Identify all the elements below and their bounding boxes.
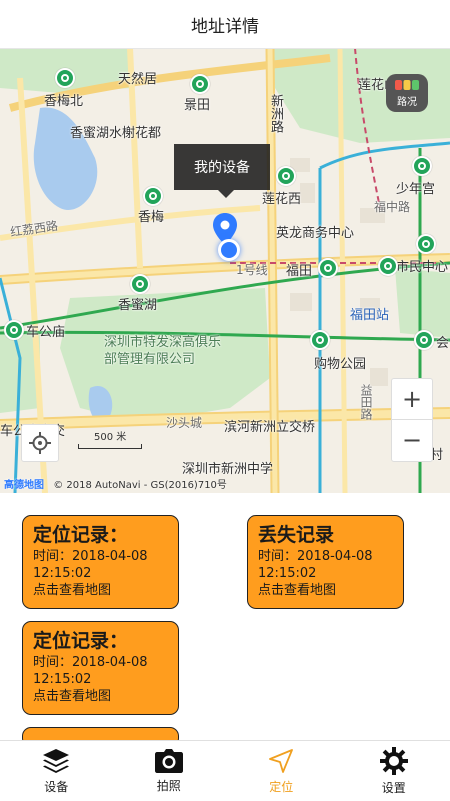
metro-station-icon <box>414 330 434 350</box>
bottom-nav: 设备 拍照 定位 设置 <box>0 740 450 801</box>
map-scale: 500 米 <box>78 428 142 449</box>
nav-label: 设置 <box>382 779 406 796</box>
map-label: 香蜜湖 <box>118 294 157 313</box>
map-label: 福田 <box>286 260 312 279</box>
device-popup[interactable]: 我的设备 <box>174 144 270 190</box>
record-card[interactable]: 定位记录： 时间：2018-04-08 12:15:02 点击查看地图 <box>22 515 179 609</box>
record-title: 定位记录： <box>33 522 168 548</box>
nav-item-settings[interactable]: 设置 <box>338 741 450 801</box>
zoom-out-button[interactable]: − <box>392 420 432 460</box>
map-label: 会 <box>436 332 449 351</box>
metro-station-icon <box>276 166 296 186</box>
map-label: 1号线 <box>236 261 268 278</box>
map-provider-logo: 高德地图 <box>4 480 44 491</box>
copyright-text: © 2018 AutoNavi - GS(2016)710号 <box>53 480 227 491</box>
record-card-partial[interactable] <box>22 727 179 740</box>
map-label: 深圳市特发深高俱乐部管理有限公司 <box>104 334 224 368</box>
current-location-dot <box>218 239 240 261</box>
record-list: 定位记录： 时间：2018-04-08 12:15:02 点击查看地图 丢失记录… <box>0 493 450 740</box>
map-label: 香梅北 <box>44 90 83 109</box>
metro-station-icon <box>130 274 150 294</box>
map-label: 益田路 <box>358 384 375 420</box>
map-label: 景田 <box>184 94 210 113</box>
record-view-map-link[interactable]: 点击查看地图 <box>258 582 393 599</box>
nav-item-device[interactable]: 设备 <box>0 741 113 801</box>
record-card[interactable]: 丢失记录 时间：2018-04-08 12:15:02 点击查看地图 <box>247 515 404 609</box>
navigation-arrow-icon <box>268 748 294 774</box>
gear-icon <box>380 747 408 775</box>
record-time: 时间：2018-04-08 <box>33 654 168 671</box>
metro-station-icon <box>416 234 436 254</box>
map-label: 香蜜湖水榭花都 <box>70 122 161 141</box>
record-time-rest: 12:15:02 <box>33 565 168 582</box>
traffic-button[interactable]: 路况 <box>386 74 428 112</box>
traffic-label: 路况 <box>397 93 417 108</box>
map-label: 市民中心 <box>396 256 448 275</box>
camera-icon <box>155 749 183 773</box>
map-label: 香梅 <box>138 206 164 225</box>
nav-label: 定位 <box>269 778 293 795</box>
map-label: 新洲路 <box>266 94 285 133</box>
locate-me-button[interactable] <box>21 424 59 462</box>
scale-label: 500 米 <box>94 432 126 443</box>
page-header: 地址详情 <box>0 0 450 49</box>
popup-label: 我的设备 <box>194 157 250 177</box>
nav-label: 设备 <box>44 778 68 795</box>
record-view-map-link[interactable]: 点击查看地图 <box>33 688 168 705</box>
nav-item-location[interactable]: 定位 <box>225 741 338 801</box>
record-time-rest: 12:15:02 <box>258 565 393 582</box>
record-time: 时间：2018-04-08 <box>33 548 168 565</box>
scale-bar <box>78 444 142 449</box>
nav-item-photo[interactable]: 拍照 <box>113 741 226 801</box>
metro-station-icon <box>412 156 432 176</box>
record-title: 定位记录： <box>33 628 168 654</box>
map-label: 莲花西 <box>262 188 301 207</box>
map-label: 天然居 <box>118 68 157 87</box>
metro-station-icon <box>318 258 338 278</box>
map-copyright: 高德地图 © 2018 AutoNavi - GS(2016)710号 <box>4 476 227 491</box>
metro-station-icon <box>55 68 75 88</box>
metro-station-icon <box>143 186 163 206</box>
metro-station-icon <box>378 256 398 276</box>
map-label: 英龙商务中心 <box>276 222 354 241</box>
zoom-in-button[interactable]: + <box>392 379 432 419</box>
nav-label: 拍照 <box>157 777 181 794</box>
map-view[interactable]: 天然居 香梅北 景田 新洲路 香蜜湖水榭花都 香梅 红荔西路 莲花西 英龙商务中… <box>0 48 450 493</box>
map-label: 深圳市新洲中学 <box>182 458 273 477</box>
metro-station-icon <box>190 74 210 94</box>
layers-icon <box>42 748 70 774</box>
map-label: 滨河新洲立交桥 <box>224 416 315 435</box>
map-label: 车公庙 <box>26 321 65 340</box>
metro-station-icon <box>310 330 330 350</box>
metro-station-icon <box>4 320 24 340</box>
page-title: 地址详情 <box>191 12 259 37</box>
map-label: 少年宫 <box>396 178 435 197</box>
map-label: 福中路 <box>374 198 410 215</box>
zoom-control: + − <box>391 378 433 462</box>
record-time-rest: 12:15:02 <box>33 671 168 688</box>
record-time: 时间：2018-04-08 <box>258 548 393 565</box>
map-label: 购物公园 <box>314 353 366 372</box>
record-view-map-link[interactable]: 点击查看地图 <box>33 582 168 599</box>
record-title: 丢失记录 <box>258 522 393 548</box>
map-label: 沙头城 <box>166 414 202 431</box>
map-label: 福田站 <box>350 304 389 323</box>
record-card[interactable]: 定位记录： 时间：2018-04-08 12:15:02 点击查看地图 <box>22 621 179 715</box>
traffic-icon <box>395 78 419 92</box>
crosshair-icon <box>29 432 51 454</box>
